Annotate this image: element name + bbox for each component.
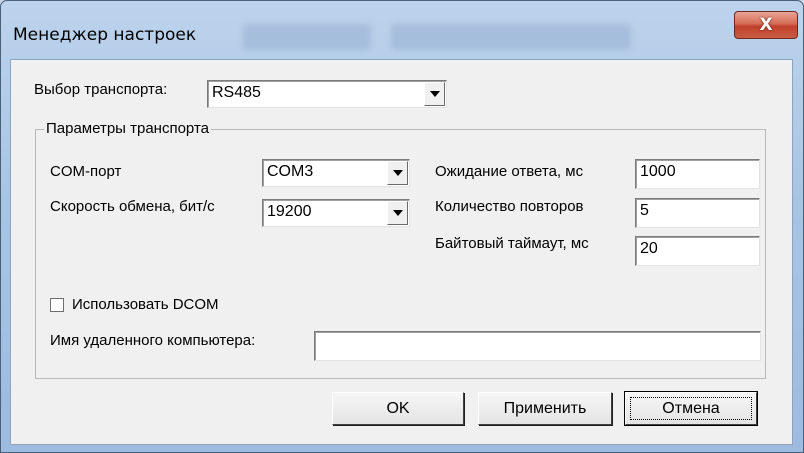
com-port-value: COM3 — [267, 163, 314, 180]
speed-select[interactable]: 19200 — [262, 199, 410, 227]
speed-label: Скорость обмена, бит/с — [50, 198, 215, 215]
timeout-input[interactable]: 1000 — [635, 159, 760, 189]
retries-input[interactable]: 5 — [635, 198, 760, 228]
byte-timeout-label: Байтовый таймаут, мс — [435, 235, 589, 252]
retries-label: Количество повторов — [435, 198, 584, 215]
com-port-select[interactable]: COM3 — [262, 159, 410, 187]
close-button[interactable]: X — [734, 11, 798, 39]
transport-label: Выбор транспорта: — [34, 81, 168, 98]
close-icon: X — [759, 15, 773, 35]
speed-value: 19200 — [267, 203, 312, 220]
apply-label: Применить — [503, 400, 587, 417]
chevron-down-icon[interactable] — [387, 201, 408, 225]
com-port-label: COM-порт — [50, 163, 122, 180]
dcom-label[interactable]: Использовать DCOM — [72, 296, 219, 313]
ok-button[interactable]: OK — [332, 392, 464, 425]
dcom-checkbox[interactable] — [50, 298, 64, 312]
remote-computer-label: Имя удаленного компьютера: — [50, 332, 256, 349]
chevron-down-icon[interactable] — [424, 82, 445, 106]
background-tab-blur — [243, 24, 371, 50]
timeout-value: 1000 — [640, 163, 676, 180]
timeout-label: Ожидание ответа, мс — [435, 163, 584, 180]
transport-select[interactable]: RS485 — [207, 80, 447, 108]
ok-label: OK — [386, 400, 410, 417]
window-title: Менеджер настроек — [13, 25, 197, 45]
transport-value: RS485 — [212, 84, 261, 101]
group-title: Параметры транспорта — [44, 120, 211, 137]
remote-computer-input[interactable] — [314, 331, 761, 361]
title-bar[interactable]: Менеджер настроек X — [1, 1, 803, 59]
chevron-down-icon[interactable] — [387, 161, 408, 185]
background-tab-blur — [391, 24, 631, 50]
retries-value: 5 — [640, 202, 649, 219]
cancel-button[interactable]: Отмена — [624, 391, 758, 426]
apply-button[interactable]: Применить — [478, 392, 612, 425]
byte-timeout-value: 20 — [640, 240, 658, 257]
focus-rectangle — [630, 397, 752, 420]
byte-timeout-input[interactable]: 20 — [635, 236, 760, 266]
